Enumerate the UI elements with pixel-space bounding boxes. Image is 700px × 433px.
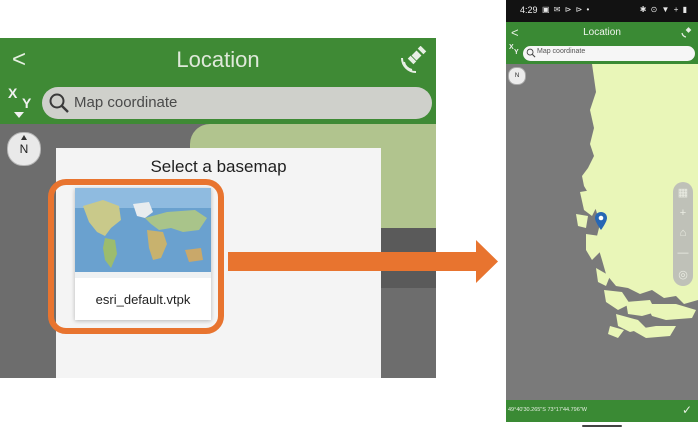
search-icon [526, 48, 536, 58]
xy-icon[interactable]: X Y [508, 44, 520, 62]
search-input[interactable]: Map coordinate [523, 46, 695, 61]
system-icons: ✱ ⊙ ▼ + ▮ [639, 5, 688, 14]
coordinate-readout: 49°40'30.265"S 73°17'44.796"W [508, 407, 587, 413]
location-pin-icon [595, 212, 607, 230]
home-button[interactable]: ⌂ [673, 224, 693, 242]
home-indicator[interactable] [582, 425, 622, 427]
zoom-out-button[interactable]: — [673, 244, 693, 262]
bottom-bar: 49°40'30.265"S 73°17'44.796"W ✓ [506, 400, 698, 422]
gesture-nav-bar [506, 422, 698, 430]
status-time: 4:29 [520, 5, 538, 15]
locate-button[interactable]: ◎ [673, 266, 693, 284]
map-view[interactable] [506, 64, 698, 400]
phone-screen: 4:29 ▣ ✉ ⊳ ⊳ • ✱ ⊙ ▼ + ▮ < Location X Y … [506, 0, 698, 430]
notification-icons: ▣ ✉ ⊳ ⊳ • [542, 5, 591, 14]
zoom-in-button[interactable]: + [673, 204, 693, 222]
satellite-icon[interactable] [680, 25, 694, 39]
search-row: X Y Map coordinate [506, 44, 698, 64]
north-arrow-icon[interactable]: N [508, 67, 526, 85]
status-bar: 4:29 ▣ ✉ ⊳ ⊳ • ✱ ⊙ ▼ + ▮ [506, 0, 698, 22]
search-placeholder: Map coordinate [537, 48, 586, 55]
map-toolbar: ▦ + ⌂ — ◎ [673, 182, 693, 286]
page-title: Location [583, 27, 621, 38]
top-bar: < Location [506, 22, 698, 44]
checkmark-icon[interactable]: ✓ [682, 403, 692, 417]
basemap-button[interactable]: ▦ [673, 184, 693, 202]
